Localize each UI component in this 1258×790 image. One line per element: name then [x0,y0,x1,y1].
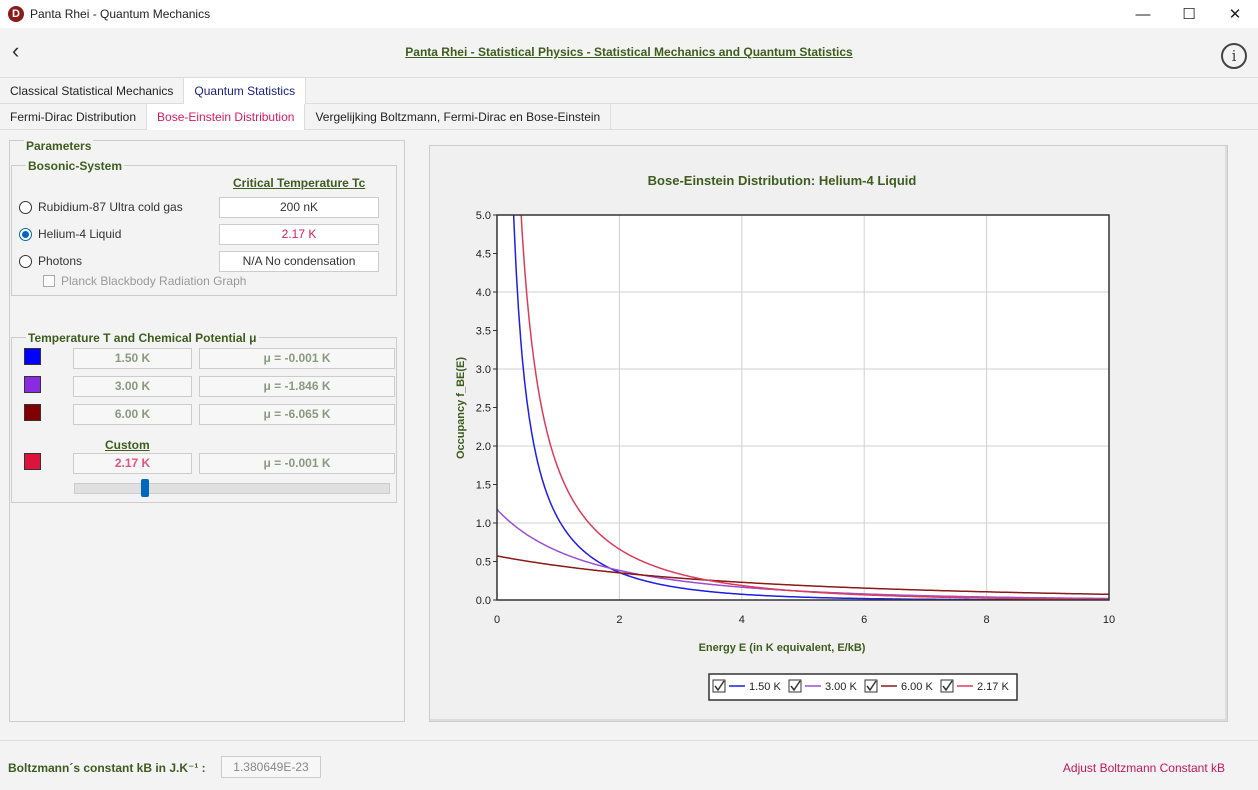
radio-circle[interactable] [19,200,32,214]
y-tick-label: 5.0 [476,210,491,222]
sub-tabs: Fermi-Dirac Distribution Bose-Einstein D… [0,104,1258,130]
tc-rubidium: 200 nK [219,197,379,218]
minimize-icon[interactable]: — [1120,0,1166,28]
planck-checkbox[interactable]: Planck Blackbody Radiation Graph [43,274,246,288]
x-tick-label: 0 [494,614,500,626]
y-axis-label: Occupancy f_BE(E) [455,357,467,459]
window-title: Panta Rhei - Quantum Mechanics [30,7,211,21]
color-swatch-2[interactable] [24,376,41,393]
maximize-icon[interactable]: ☐ [1166,0,1212,28]
temp-2-value: 3.00 K [73,376,192,397]
adjust-boltzmann-link[interactable]: Adjust Boltzmann Constant kB [1063,761,1225,775]
chart-panel: Bose-Einstein Distribution: Helium-4 Liq… [429,145,1228,722]
y-tick-label: 1.0 [476,518,491,530]
bose-einstein-chart: Bose-Einstein Distribution: Helium-4 Liq… [455,173,1115,701]
title-bar: D Panta Rhei - Quantum Mechanics — ☐ ✕ [0,0,1258,28]
x-tick-label: 2 [616,614,622,626]
critical-temperature-header: Critical Temperature Tc [233,176,366,190]
info-icon[interactable]: i [1221,43,1247,69]
temperature-slider-track[interactable] [74,483,390,494]
main-tabs: Classical Statistical Mechanics Quantum … [0,78,1258,104]
planck-label: Planck Blackbody Radiation Graph [61,274,247,288]
plot-background [497,215,1109,600]
y-tick-label: 2.0 [476,441,491,453]
boltzmann-label: Boltzmann´s constant kB in J.K⁻¹ : [8,761,206,775]
radio-helium[interactable]: Helium-4 Liquid [19,227,121,241]
chart-title: Bose-Einstein Distribution: Helium-4 Liq… [648,173,917,188]
y-tick-label: 2.5 [476,403,491,415]
color-swatch-custom[interactable] [24,453,41,470]
temperature-title: Temperature T and Chemical Potential μ [26,331,259,345]
custom-mu-value: μ = -0.001 K [199,453,395,474]
y-tick-label: 4.0 [476,287,491,299]
temp-3-value: 6.00 K [73,404,192,425]
radio-photons[interactable]: Photons [19,254,82,268]
window-controls: — ☐ ✕ [1120,0,1258,28]
color-swatch-1[interactable] [24,348,41,365]
y-tick-label: 1.5 [476,480,491,492]
checkbox-box[interactable] [43,275,55,287]
legend-label: 3.00 K [825,681,857,693]
temp-1-value: 1.50 K [73,348,192,369]
mu-2-value: μ = -1.846 K [199,376,395,397]
legend-label: 6.00 K [901,681,933,693]
tab-quantum-statistics[interactable]: Quantum Statistics [184,78,307,104]
radio-circle[interactable] [19,254,32,268]
color-swatch-3[interactable] [24,404,41,421]
y-tick-label: 0.5 [476,557,491,569]
mu-1-value: μ = -0.001 K [199,348,395,369]
radio-label: Photons [38,254,83,268]
grid-layer [496,214,1110,601]
boltzmann-value: 1.380649E-23 [221,756,321,778]
parameters-title: Parameters [24,139,94,153]
radio-label: Helium-4 Liquid [38,227,122,241]
y-tick-label: 0.0 [476,595,491,607]
y-tick-label: 4.5 [476,249,491,261]
tab-bose-einstein[interactable]: Bose-Einstein Distribution [147,104,306,130]
tab-fermi-dirac[interactable]: Fermi-Dirac Distribution [0,104,148,130]
custom-temp-value: 2.17 K [73,453,192,474]
x-tick-label: 10 [1103,614,1115,626]
y-tick-label: 3.0 [476,364,491,376]
bosonic-system-title: Bosonic-System [26,159,125,173]
radio-circle[interactable] [19,227,32,241]
footer-bar: Boltzmann´s constant kB in J.K⁻¹ : 1.380… [0,740,1258,790]
x-tick-label: 8 [984,614,990,626]
temperature-slider-thumb[interactable] [141,479,149,497]
page-title: Panta Rhei - Statistical Physics - Stati… [405,45,853,59]
custom-header: Custom [105,438,150,452]
radio-rubidium[interactable]: Rubidium-87 Ultra cold gas [19,200,183,214]
chart-legend: 1.50 K 3.00 K 6.00 K 2.17 K [708,673,1018,701]
legend-label: 2.17 K [977,681,1009,693]
y-tick-label: 3.5 [476,326,491,338]
tc-photons: N/A No condensation [219,251,379,272]
tc-helium: 2.17 K [219,224,379,245]
x-tick-label: 6 [861,614,867,626]
close-icon[interactable]: ✕ [1212,0,1258,28]
tab-classical[interactable]: Classical Statistical Mechanics [0,78,185,104]
legend-label: 1.50 K [749,681,781,693]
mu-3-value: μ = -6.065 K [199,404,395,425]
app-logo-icon: D [8,6,24,22]
page-header: ‹ Panta Rhei - Statistical Physics - Sta… [0,28,1258,78]
x-tick-label: 4 [739,614,745,626]
radio-label: Rubidium-87 Ultra cold gas [38,200,183,214]
tab-comparison[interactable]: Vergelijking Boltzmann, Fermi-Dirac en B… [305,104,612,130]
x-axis-label: Energy E (in K equivalent, E/kB) [699,642,866,654]
